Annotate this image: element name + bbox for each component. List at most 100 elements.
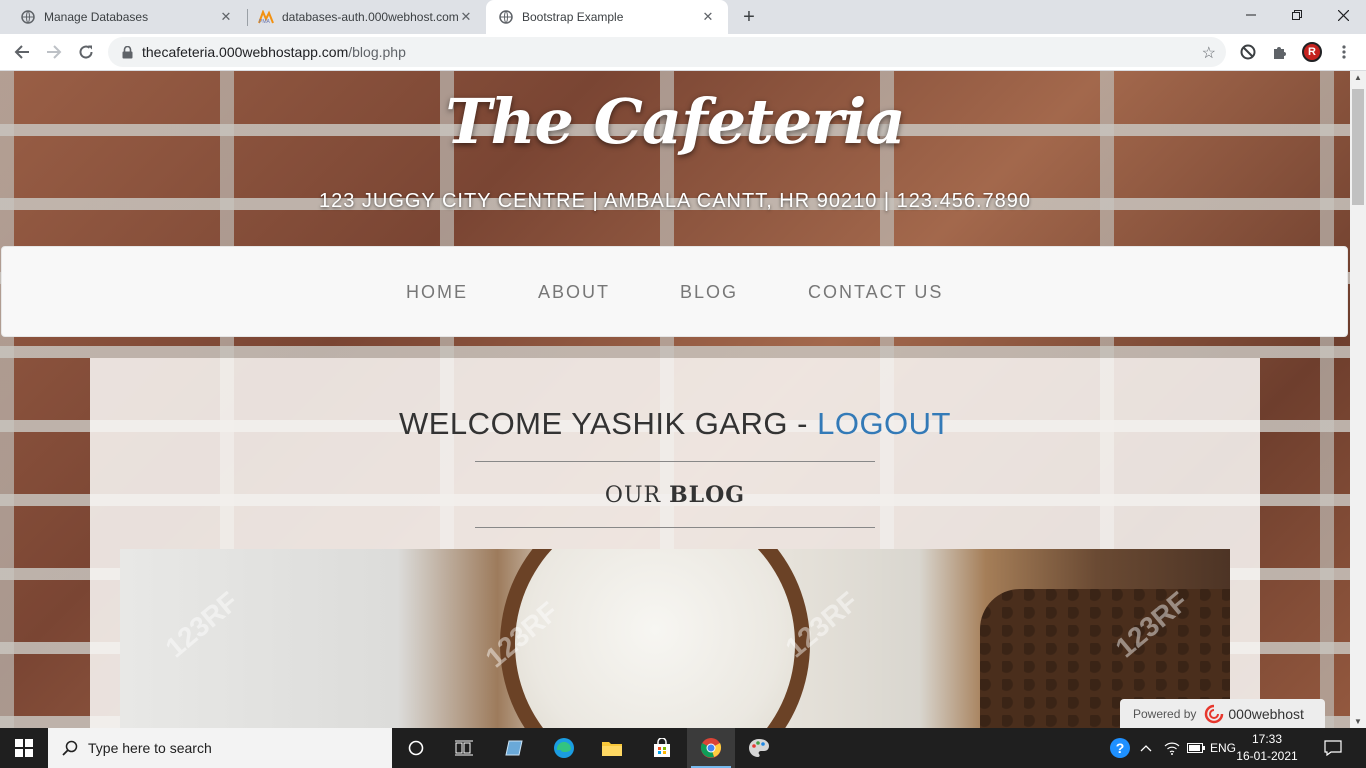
folder-icon	[602, 742, 622, 756]
nav-contact-us[interactable]: CONTACT US	[808, 282, 943, 303]
restore-icon	[1292, 10, 1302, 20]
tab-databases-auth[interactable]: PMA databases-auth.000webhost.com ✕	[238, 0, 486, 34]
section-title-prefix: OUR	[604, 483, 670, 508]
page-viewport: The Cafeteria 123 JUGGY CITY CENTRE | AM…	[0, 71, 1350, 728]
reload-icon	[79, 45, 93, 59]
svg-text:PMA: PMA	[259, 19, 271, 24]
000webhost-logo-icon	[1204, 704, 1224, 724]
task-view-icon	[455, 740, 473, 756]
brand-title: The Cafeteria	[445, 85, 905, 158]
coconut-flesh-shape	[515, 549, 795, 728]
show-hidden-icons[interactable]	[1136, 728, 1156, 768]
windows-logo-icon	[15, 739, 33, 757]
tab-title: databases-auth.000webhost.com	[282, 10, 458, 24]
section-title: OUR BLOG	[90, 482, 1260, 508]
cortana-button[interactable]	[392, 728, 440, 768]
language-indicator[interactable]: ENG	[1208, 728, 1238, 768]
taskbar-app-tablet[interactable]	[490, 728, 538, 768]
tab-title: Manage Databases	[44, 10, 149, 24]
nav-blog[interactable]: BLOG	[680, 282, 738, 303]
tablet-app-icon	[505, 740, 523, 756]
scroll-down-icon[interactable]: ▼	[1354, 717, 1362, 726]
battery-icon	[1187, 743, 1205, 753]
cortana-icon	[408, 740, 424, 756]
minimize-icon	[1246, 14, 1256, 16]
edge-icon	[554, 738, 574, 758]
close-window-button[interactable]	[1320, 0, 1366, 30]
minimize-button[interactable]	[1228, 0, 1274, 30]
block-extension-icon[interactable]	[1238, 42, 1258, 62]
logout-link[interactable]: LOGOUT	[817, 406, 951, 441]
globe-icon	[20, 9, 36, 25]
cafe-address: 123 JUGGY CITY CENTRE | AMBALA CANTT, HR…	[318, 190, 1032, 212]
main-navbar: HOME ABOUT BLOG CONTACT US	[1, 246, 1348, 337]
phpmyadmin-icon: PMA	[258, 9, 274, 25]
browser-toolbar: thecafeteria.000webhostapp.com/blog.php …	[0, 34, 1366, 71]
close-icon[interactable]: ✕	[458, 9, 474, 25]
back-button[interactable]	[8, 38, 36, 66]
help-icon: ?	[1110, 738, 1130, 758]
wifi-icon	[1164, 742, 1180, 755]
scrollbar-thumb[interactable]	[1352, 89, 1364, 205]
arrow-right-icon	[47, 45, 62, 59]
battery-tray-icon[interactable]	[1184, 728, 1208, 768]
page-scrollbar[interactable]: ▲ ▼	[1350, 71, 1366, 728]
blog-post-image: 123RF 123RF 123RF 123RF	[120, 549, 1230, 728]
taskbar-paint[interactable]	[735, 728, 783, 768]
restore-button[interactable]	[1274, 0, 1320, 30]
blog-content-panel: WELCOME YASHIK GARG - LOGOUT OUR BLOG 12…	[90, 358, 1260, 728]
globe-icon	[498, 9, 514, 25]
nav-about[interactable]: ABOUT	[538, 282, 610, 303]
task-view-button[interactable]	[440, 728, 488, 768]
tab-title: Bootstrap Example	[522, 10, 624, 24]
powered-name: 000webhost	[1228, 706, 1304, 722]
powered-label: Powered by	[1133, 707, 1197, 721]
welcome-heading: WELCOME YASHIK GARG - LOGOUT	[90, 406, 1260, 442]
forward-button[interactable]	[40, 38, 68, 66]
scroll-up-icon[interactable]: ▲	[1354, 73, 1362, 82]
url-host: thecafeteria.000webhostapp.com	[142, 44, 349, 60]
search-icon	[62, 740, 78, 756]
taskbar-file-explorer[interactable]	[588, 728, 636, 768]
wifi-tray-icon[interactable]	[1160, 728, 1184, 768]
svg-text:?: ?	[1116, 740, 1125, 756]
welcome-text: WELCOME YASHIK GARG -	[399, 406, 818, 441]
address-bar[interactable]: thecafeteria.000webhostapp.com/blog.php …	[108, 37, 1226, 67]
taskbar-clock[interactable]: 17:33 16-01-2021	[1236, 731, 1298, 765]
search-placeholder: Type here to search	[88, 740, 212, 756]
url-path: /blog.php	[348, 44, 406, 60]
tab-manage-databases[interactable]: Manage Databases ✕	[0, 0, 246, 34]
url-text[interactable]: thecafeteria.000webhostapp.com/blog.php	[142, 44, 406, 60]
tab-bootstrap-example[interactable]: Bootstrap Example ✕	[486, 0, 728, 34]
new-tab-button[interactable]: +	[738, 6, 760, 28]
section-title-bold: BLOG	[669, 482, 746, 508]
powered-by-badge[interactable]: Powered by 000webhost	[1120, 699, 1325, 728]
bookmark-star-icon[interactable]: ☆	[1202, 43, 1216, 63]
browser-tab-strip: Manage Databases ✕ PMA databases-auth.00…	[0, 0, 1366, 34]
notifications-button[interactable]	[1318, 728, 1348, 768]
close-icon[interactable]: ✕	[218, 9, 234, 25]
help-tray-icon[interactable]: ?	[1106, 728, 1134, 768]
close-icon	[1337, 9, 1349, 21]
taskbar-store[interactable]	[638, 728, 686, 768]
paint-palette-icon	[749, 739, 769, 757]
notification-icon	[1324, 740, 1342, 756]
close-icon[interactable]: ✕	[700, 9, 716, 25]
taskbar-edge[interactable]	[540, 728, 588, 768]
nav-home[interactable]: HOME	[406, 282, 468, 303]
puzzle-extensions-icon[interactable]	[1270, 42, 1290, 62]
reload-button[interactable]	[72, 38, 100, 66]
taskbar-chrome[interactable]	[687, 728, 735, 768]
divider	[475, 527, 875, 528]
taskbar-search[interactable]: Type here to search	[48, 728, 392, 768]
arrow-left-icon	[14, 45, 29, 59]
divider	[475, 461, 875, 462]
lock-icon[interactable]	[120, 45, 134, 59]
browser-menu-icon[interactable]	[1334, 42, 1354, 62]
chrome-icon	[700, 738, 722, 758]
profile-avatar[interactable]: R	[1302, 42, 1322, 62]
start-button[interactable]	[0, 728, 48, 768]
clock-time: 17:33	[1251, 732, 1283, 746]
store-bag-icon	[654, 738, 670, 757]
avatar: R	[1302, 42, 1322, 62]
